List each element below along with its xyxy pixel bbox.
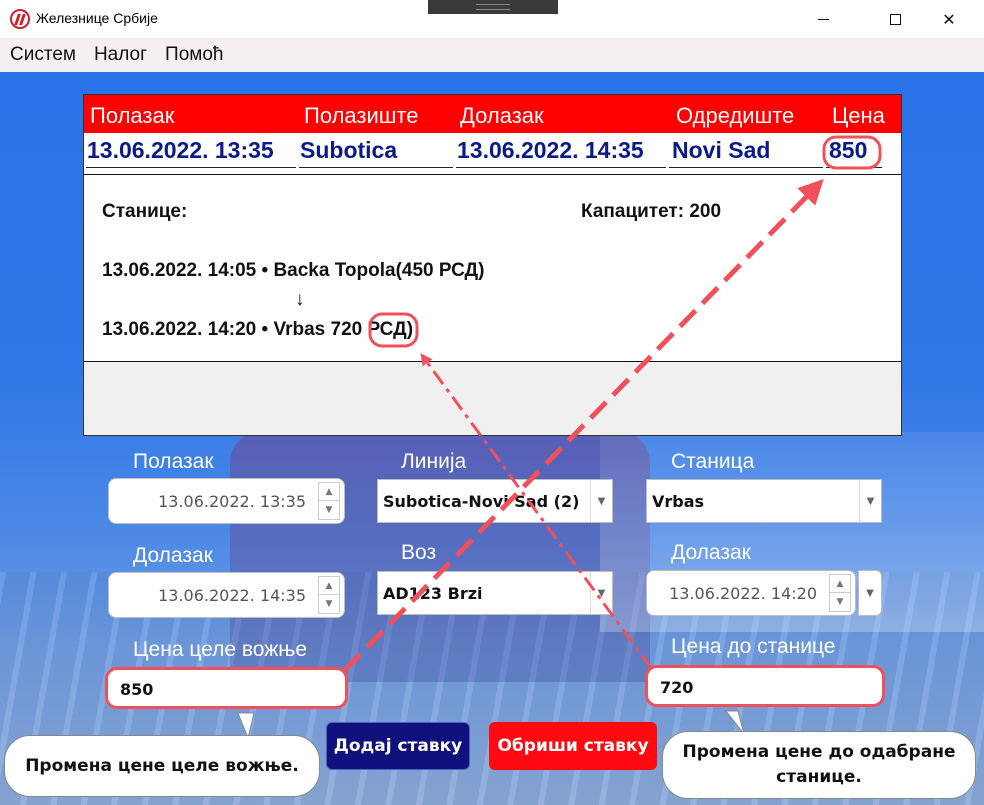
header-origin: Полазиште bbox=[304, 103, 419, 128]
station-select[interactable]: Vrbas ▼ bbox=[646, 479, 882, 523]
minimize-button[interactable] bbox=[800, 0, 846, 38]
station-arrival-datetime-picker[interactable]: 13.06.2022. 14:20 ▲ ▼ bbox=[646, 570, 856, 616]
departure-label: Полазак bbox=[133, 450, 214, 473]
arrival-label: Долазак bbox=[133, 544, 213, 567]
window-title: Железнице Србије bbox=[36, 10, 158, 26]
cell-underline bbox=[456, 167, 666, 168]
stop2-currency: РСД) bbox=[362, 319, 414, 340]
chevron-down-icon[interactable]: ▼ bbox=[590, 572, 612, 614]
cell-underline bbox=[826, 167, 882, 168]
header-destination: Одредиште bbox=[676, 103, 795, 128]
row-origin[interactable]: Subotica bbox=[300, 137, 397, 164]
station-price-value: 720 bbox=[660, 678, 694, 697]
station-price-input[interactable]: 720 bbox=[645, 665, 885, 707]
step-up-icon[interactable]: ▲ bbox=[319, 483, 339, 501]
full-price-input[interactable]: 850 bbox=[105, 667, 348, 709]
callout-station-price-line1: Промена цене до одабране bbox=[682, 742, 956, 762]
row-destination[interactable]: Novi Sad bbox=[672, 137, 770, 164]
delete-item-button[interactable]: Обриши ставку bbox=[489, 722, 657, 770]
header-arrival: Долазак bbox=[460, 103, 544, 128]
drag-handle[interactable] bbox=[428, 0, 558, 14]
chevron-down-icon[interactable]: ▼ bbox=[859, 571, 881, 615]
station-label: Станица bbox=[671, 450, 755, 473]
departure-datetime-picker[interactable]: 13.06.2022. 13:35 ▲ ▼ bbox=[108, 478, 345, 524]
chevron-down-icon[interactable]: ▼ bbox=[859, 480, 881, 522]
maximize-button[interactable] bbox=[872, 0, 918, 38]
stop2-price: 720 bbox=[330, 319, 363, 340]
callout-station-price: Промена цене до одабране станице. bbox=[662, 731, 976, 799]
train-select[interactable]: AD123 Brzi ▼ bbox=[377, 571, 613, 615]
station-arrival-dropdown[interactable]: ▼ bbox=[858, 570, 882, 616]
chevron-down-icon[interactable]: ▼ bbox=[590, 480, 612, 522]
row-departure[interactable]: 13.06.2022. 13:35 bbox=[87, 137, 274, 164]
header-departure: Полазак bbox=[90, 103, 175, 128]
departure-stepper[interactable]: ▲ ▼ bbox=[318, 482, 340, 520]
line-select-value: Subotica-Novi Sad (2) bbox=[383, 492, 580, 511]
callout-full-price: Промена цене целе вожње. bbox=[4, 735, 320, 797]
step-down-icon[interactable]: ▼ bbox=[319, 501, 339, 519]
station-stop-2: 13.06.2022. 14:20 • Vrbas 720 РСД) bbox=[102, 319, 413, 341]
minimize-icon bbox=[817, 18, 829, 20]
arrival-stepper[interactable]: ▲ ▼ bbox=[318, 576, 340, 614]
close-button[interactable]: ✕ bbox=[926, 0, 972, 38]
station-arrival-stepper[interactable]: ▲ ▼ bbox=[829, 574, 851, 612]
menu-bar: Систем Налог Помоћ bbox=[0, 38, 984, 72]
departure-datetime-value: 13.06.2022. 13:35 bbox=[158, 492, 306, 511]
capacity-label: Капацитет: 200 bbox=[581, 201, 722, 222]
arrival-datetime-picker[interactable]: 13.06.2022. 14:35 ▲ ▼ bbox=[108, 572, 345, 618]
line-label: Линија bbox=[401, 450, 467, 473]
stations-label: Станице: bbox=[102, 201, 188, 222]
maximize-icon bbox=[889, 13, 901, 25]
cell-underline bbox=[86, 167, 296, 168]
menu-item-help[interactable]: Помоћ bbox=[165, 44, 223, 66]
close-icon: ✕ bbox=[942, 9, 956, 29]
title-bar: Железнице Србије ✕ bbox=[0, 0, 984, 38]
arrival-datetime-value: 13.06.2022. 14:35 bbox=[158, 586, 306, 605]
row-price[interactable]: 850 bbox=[829, 137, 867, 164]
station-stop-1: 13.06.2022. 14:05 • Backa Topola(450 РСД… bbox=[102, 260, 485, 281]
stop2-text: 13.06.2022. 14:20 • Vrbas bbox=[102, 319, 331, 340]
add-item-button[interactable]: Додај ставку bbox=[326, 722, 470, 770]
cell-underline bbox=[299, 167, 453, 168]
station-arrival-value: 13.06.2022. 14:20 bbox=[669, 584, 817, 603]
panel-footer bbox=[84, 362, 901, 435]
station-select-value: Vrbas bbox=[652, 492, 705, 511]
railway-logo-icon bbox=[10, 9, 30, 29]
ticket-panel: Полазак Полазиште Долазак Одредиште Цена… bbox=[83, 94, 902, 436]
full-price-label: Цена целе вожње bbox=[133, 638, 308, 661]
step-down-icon[interactable]: ▼ bbox=[830, 593, 850, 611]
down-arrow-icon: ↓ bbox=[295, 289, 305, 310]
cell-underline bbox=[669, 167, 823, 168]
station-price-label: Цена до станице bbox=[671, 635, 836, 658]
menu-item-account[interactable]: Налог bbox=[94, 44, 147, 66]
step-down-icon[interactable]: ▼ bbox=[319, 595, 339, 613]
callout-station-price-line2: станице. bbox=[776, 767, 862, 787]
divider bbox=[84, 174, 901, 175]
line-select[interactable]: Subotica-Novi Sad (2) ▼ bbox=[377, 479, 613, 523]
station-arrival-label: Долазак bbox=[671, 541, 751, 564]
header-price: Цена bbox=[832, 103, 885, 128]
full-price-value: 850 bbox=[120, 680, 154, 699]
step-up-icon[interactable]: ▲ bbox=[319, 577, 339, 595]
train-label: Воз bbox=[401, 541, 437, 564]
row-arrival[interactable]: 13.06.2022. 14:35 bbox=[457, 137, 644, 164]
train-select-value: AD123 Brzi bbox=[383, 584, 483, 603]
step-up-icon[interactable]: ▲ bbox=[830, 575, 850, 593]
menu-item-system[interactable]: Систем bbox=[10, 44, 76, 66]
